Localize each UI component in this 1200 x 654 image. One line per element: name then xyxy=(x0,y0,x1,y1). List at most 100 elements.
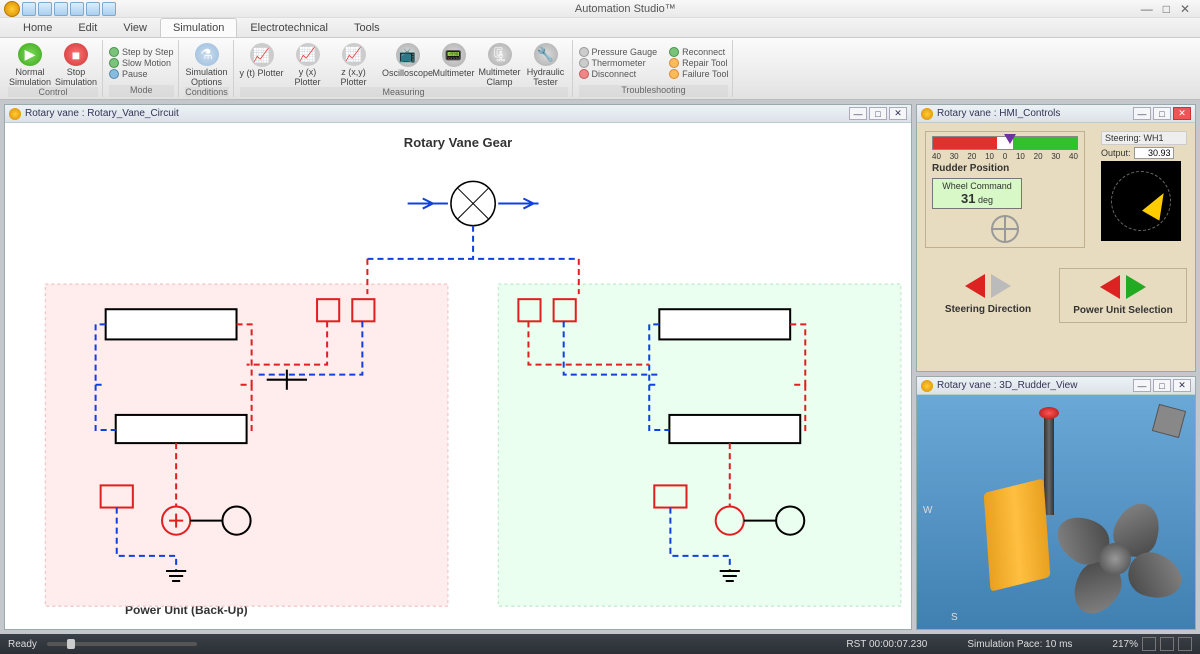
zxy-plotter-button[interactable]: 📈z (x,y) Plotter xyxy=(332,41,376,87)
close-button[interactable]: ✕ xyxy=(1173,107,1191,120)
group-label: Conditions xyxy=(185,87,229,97)
minimize-button[interactable]: — xyxy=(1133,379,1151,392)
maximize-button[interactable]: □ xyxy=(1163,2,1170,16)
maximize-button[interactable]: □ xyxy=(1153,107,1171,120)
qat-button[interactable] xyxy=(86,2,100,16)
qat-button[interactable] xyxy=(102,2,116,16)
power-unit-selection-panel: Power Unit Selection xyxy=(1059,268,1187,323)
minimize-button[interactable]: — xyxy=(849,107,867,120)
view-cube[interactable] xyxy=(1152,404,1186,438)
3d-view-window: Rotary vane : 3D_Rudder_View —□✕ W S xyxy=(916,376,1196,630)
tab-view[interactable]: View xyxy=(110,18,160,37)
repair-tool-button[interactable]: Repair Tool xyxy=(669,58,728,68)
minimize-button[interactable]: — xyxy=(1133,107,1151,120)
group-label: Troubleshooting xyxy=(579,85,729,97)
oscilloscope-icon: 📺 xyxy=(396,43,420,67)
ribbon-group-conditions: ⚗Simulation Options Conditions xyxy=(181,40,234,97)
output-value-field[interactable] xyxy=(1134,147,1174,159)
stop-simulation-button[interactable]: ■Stop Simulation xyxy=(54,41,98,87)
label: Thermometer xyxy=(592,58,646,68)
oscilloscope-button[interactable]: 📺Oscilloscope xyxy=(386,41,430,87)
reconnect-button[interactable]: Reconnect xyxy=(669,47,728,57)
rudder-blade xyxy=(984,478,1051,591)
app-logo-icon[interactable] xyxy=(4,1,20,17)
tick: 20 xyxy=(967,152,976,161)
maximize-button[interactable]: □ xyxy=(1153,379,1171,392)
label: y (t) Plotter xyxy=(240,68,284,78)
circuit-titlebar[interactable]: Rotary vane : Rotary_Vane_Circuit —□✕ xyxy=(5,105,911,123)
steer-left-button[interactable] xyxy=(965,274,985,298)
slider-thumb[interactable] xyxy=(67,639,75,649)
label: Pressure Gauge xyxy=(592,47,658,57)
multimeter-button[interactable]: 📟Multimeter xyxy=(432,41,476,87)
steering-direction-panel: Steering Direction xyxy=(925,268,1051,323)
pause-button[interactable]: Pause xyxy=(109,69,174,79)
hmi-bottom-row: Steering Direction Power Unit Selection xyxy=(925,268,1187,323)
qat-button[interactable] xyxy=(22,2,36,16)
gauge-pointer-icon xyxy=(1004,134,1016,144)
circuit-diagram[interactable]: Rotary Vane Gear Power Unit (Back-Up) xyxy=(5,123,911,629)
power-unit-right-button[interactable] xyxy=(1126,275,1146,299)
hydraulic-tester-button[interactable]: 🔧Hydraulic Tester xyxy=(524,41,568,87)
minimize-button[interactable]: — xyxy=(1141,2,1153,16)
tab-simulation[interactable]: Simulation xyxy=(160,18,237,37)
thermometer-button[interactable]: Thermometer xyxy=(579,58,658,68)
multimeter-clamp-button[interactable]: 🗜Multimeter Clamp xyxy=(478,41,522,87)
flask-icon: ⚗ xyxy=(195,43,219,66)
compass-display xyxy=(1101,161,1181,241)
qat-button[interactable] xyxy=(70,2,84,16)
window-title: Rotary vane : 3D_Rudder_View xyxy=(937,380,1077,391)
label: Reconnect xyxy=(682,47,725,57)
steer-right-button[interactable] xyxy=(991,274,1011,298)
label: z (x,y) Plotter xyxy=(332,67,376,87)
hmi-titlebar[interactable]: Rotary vane : HMI_Controls —□✕ xyxy=(917,105,1195,123)
ribbon-group-troubleshoot: Pressure Gauge Thermometer Disconnect Re… xyxy=(575,40,734,97)
ribbon: ▶Normal Simulation ■Stop Simulation Cont… xyxy=(0,38,1200,100)
steering-wheel-icon[interactable] xyxy=(991,215,1019,243)
status-mini-button[interactable] xyxy=(1142,637,1156,651)
compass-w-label: W xyxy=(923,505,932,516)
status-rst: RST 00:00:07.230 xyxy=(846,639,927,650)
qat-button[interactable] xyxy=(54,2,68,16)
close-button[interactable]: ✕ xyxy=(1180,2,1190,16)
yt-plotter-button[interactable]: 📈y (t) Plotter xyxy=(240,41,284,87)
failure-tool-button[interactable]: Failure Tool xyxy=(669,69,728,79)
tab-electrotechnical[interactable]: Electrotechnical xyxy=(237,18,341,37)
status-pace: Simulation Pace: 10 ms xyxy=(967,639,1072,650)
yx-plotter-button[interactable]: 📈y (x) Plotter xyxy=(286,41,330,87)
pressure-gauge-button[interactable]: Pressure Gauge xyxy=(579,47,658,57)
close-button[interactable]: ✕ xyxy=(1173,379,1191,392)
window-icon xyxy=(921,380,933,392)
tab-edit[interactable]: Edit xyxy=(65,18,110,37)
window-icon xyxy=(9,108,21,120)
multimeter-icon: 📟 xyxy=(442,43,466,67)
thermometer-icon xyxy=(579,58,589,68)
3d-view-titlebar[interactable]: Rotary vane : 3D_Rudder_View —□✕ xyxy=(917,377,1195,395)
status-mini-button[interactable] xyxy=(1178,637,1192,651)
tab-home[interactable]: Home xyxy=(10,18,65,37)
qat-button[interactable] xyxy=(38,2,52,16)
circuit-window: Rotary vane : Rotary_Vane_Circuit —□✕ Ro… xyxy=(4,104,912,630)
tab-tools[interactable]: Tools xyxy=(341,18,393,37)
step-by-step-button[interactable]: Step by Step xyxy=(109,47,174,57)
power-unit-left-button[interactable] xyxy=(1100,275,1120,299)
simulation-options-button[interactable]: ⚗Simulation Options xyxy=(185,41,229,87)
left-column: Rotary vane : Rotary_Vane_Circuit —□✕ Ro… xyxy=(4,104,912,630)
slow-icon xyxy=(109,58,119,68)
3d-viewport[interactable]: W S xyxy=(917,395,1195,629)
tick: 40 xyxy=(1069,152,1078,161)
maximize-button[interactable]: □ xyxy=(869,107,887,120)
tick: 0 xyxy=(1003,152,1007,161)
tester-icon: 🔧 xyxy=(534,43,558,66)
disconnect-button[interactable]: Disconnect xyxy=(579,69,658,79)
titlebar: Automation Studio™ — □ ✕ xyxy=(0,0,1200,18)
tick: 20 xyxy=(1034,152,1043,161)
slow-motion-button[interactable]: Slow Motion xyxy=(109,58,174,68)
normal-simulation-button[interactable]: ▶Normal Simulation xyxy=(8,41,52,87)
status-slider[interactable] xyxy=(47,642,197,646)
gauge-icon xyxy=(579,47,589,57)
wheel-command-value: 31 xyxy=(961,191,975,206)
window-title: Rotary vane : HMI_Controls xyxy=(937,108,1060,119)
close-button[interactable]: ✕ xyxy=(889,107,907,120)
status-mini-button[interactable] xyxy=(1160,637,1174,651)
